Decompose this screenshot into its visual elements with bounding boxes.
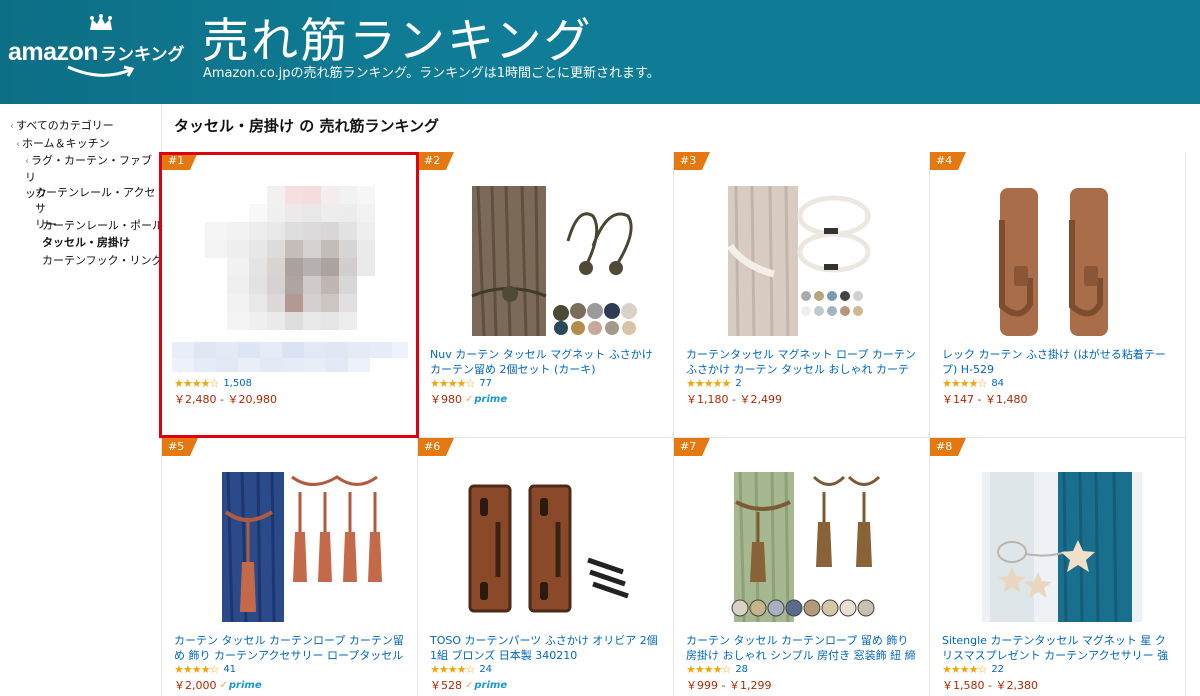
page-title: 売れ筋ランキング: [202, 14, 593, 69]
sidebar-item-tassel-current: タッセル・房掛け: [42, 235, 130, 251]
prime-check-icon: ✓: [465, 393, 474, 405]
chevron-left-icon: ‹: [25, 156, 29, 167]
product-title-link[interactable]: Nuv カーテン タッセル マグネット ふさかけ カーテン留め 2個セット (カ…: [430, 347, 662, 377]
price-text: ￥2,000: [174, 679, 217, 692]
product-image[interactable]: [674, 472, 930, 622]
smile-arrow-icon: [67, 65, 135, 77]
price: ￥1,180 - ￥2,499: [686, 391, 782, 407]
sidebar-item-label: すべてのカテゴリー: [16, 119, 114, 132]
review-count: 24: [479, 663, 493, 675]
product-title-link[interactable]: カーテンタッセル マグネット ロープ カーテン ふさかけ カーテン タッセル お…: [686, 347, 918, 377]
product-title-link[interactable]: Sitengle カーテンタッセル マグネット 星 クリスマスプレゼント カーテ…: [942, 633, 1174, 663]
product-card[interactable]: #8 Sitengle カーテンタッセル マグネット 星 クリスマスプレゼント …: [930, 438, 1186, 696]
product-card[interactable]: #4 レック カーテン ふさ掛け (はがせる粘着テープ) H-529 ★★★★☆…: [930, 152, 1186, 438]
price-text: ￥980: [430, 393, 462, 406]
product-image[interactable]: [162, 472, 418, 622]
product-image[interactable]: [418, 186, 674, 336]
price: ￥528 ✓prime: [430, 677, 507, 693]
price-text: ￥1,580 - ￥2,380: [942, 679, 1038, 692]
rank-badge: #6: [418, 438, 455, 456]
rating[interactable]: ★★★★☆ 28: [686, 662, 749, 676]
product-title-link[interactable]: TOSO カーテンパーツ ふさかけ オリビア 2個1組 ブロンズ 日本製 340…: [430, 633, 662, 663]
review-count: 28: [735, 663, 749, 675]
chevron-left-icon: ‹: [10, 121, 14, 132]
logo-word: amazon: [8, 38, 99, 66]
star-rating: ★★★★☆: [942, 662, 987, 676]
product-image[interactable]: [930, 186, 1186, 336]
product-card[interactable]: #5 カーテン タッセル カーテンロープ カーテン留め 飾り カーテンアクセサリ…: [162, 438, 418, 696]
header: amazon ランキング 売れ筋ランキング Amazon.co.jpの売れ筋ラン…: [0, 0, 1200, 104]
prime-check-icon: ✓: [219, 679, 228, 691]
rating[interactable]: ★★★★☆ 22: [942, 662, 1005, 676]
sidebar-item-label: タッセル・房掛け: [42, 236, 130, 249]
price: ￥999 - ￥1,299: [686, 677, 771, 693]
highlight-box: [159, 152, 419, 438]
price-text: ￥147 - ￥1,480: [942, 393, 1028, 406]
product-card[interactable]: #7 カーテン タッセル カーテンロープ 留め 飾り 房掛け おしゃれ シンプル…: [674, 438, 930, 696]
prime-badge: ✓prime: [220, 680, 262, 691]
star-rating: ★★★★☆: [686, 662, 731, 676]
sidebar-item-home-kitchen[interactable]: ‹ ホーム＆キッチン: [16, 136, 110, 153]
price-text: ￥1,180 - ￥2,499: [686, 393, 782, 406]
prime-label: prime: [474, 393, 508, 405]
price-text: ￥999 - ￥1,299: [686, 679, 772, 692]
price-text: ￥528: [430, 679, 462, 692]
sidebar-item-curtain-hook-ring[interactable]: カーテンフック・リング: [42, 253, 162, 269]
price: ￥980 ✓prime: [430, 391, 507, 407]
product-title-link[interactable]: レック カーテン ふさ掛け (はがせる粘着テープ) H-529: [942, 347, 1174, 377]
review-count: 84: [991, 377, 1005, 389]
star-rating: ★★★★☆: [174, 662, 219, 676]
star-rating: ★★★★☆: [430, 376, 475, 390]
chevron-left-icon: ‹: [16, 139, 20, 150]
rating[interactable]: ★★★★☆ 24: [430, 662, 493, 676]
sidebar-item-label: ホーム＆キッチン: [22, 137, 110, 150]
sidebar-item-label: ラグ・カーテン・ファブリ: [25, 154, 152, 184]
review-count: 2: [735, 377, 742, 389]
crown-icon: [90, 14, 112, 30]
rank-badge: #5: [162, 438, 199, 456]
sidebar-item-label: カーテンレール・ポール: [42, 219, 163, 232]
review-count: 77: [479, 377, 493, 389]
star-rating: ★★★★☆: [942, 376, 987, 390]
price: ￥147 - ￥1,480: [942, 391, 1027, 407]
rank-badge: #2: [418, 152, 455, 170]
prime-label: prime: [228, 679, 262, 691]
logo-sub: ランキング: [100, 45, 185, 65]
prime-badge: ✓prime: [465, 680, 507, 691]
sidebar-item-label: カーテンレール・アクセサ: [35, 186, 156, 215]
rating[interactable]: ★★★★☆ 77: [430, 376, 493, 390]
star-rating: ★★★★☆: [430, 662, 475, 676]
price: ￥2,000 ✓prime: [174, 677, 262, 693]
category-heading: タッセル・房掛け の 売れ筋ランキング: [174, 117, 439, 135]
amazon-ranking-logo[interactable]: amazon ランキング: [8, 14, 190, 84]
prime-label: prime: [474, 679, 508, 691]
product-card[interactable]: #3 カーテンタッセル マグネット ロープ カーテン ふさかけ カーテン タッセ…: [674, 152, 930, 438]
sidebar-item-all-categories[interactable]: ‹ すべてのカテゴリー: [10, 118, 114, 135]
product-image[interactable]: [930, 472, 1186, 622]
product-image[interactable]: [418, 472, 674, 622]
product-title-link[interactable]: カーテン タッセル カーテンロープ カーテン留め 飾り カーテンアクセサリー ロ…: [174, 633, 406, 663]
rating[interactable]: ★★★★☆ 41: [174, 662, 237, 676]
prime-check-icon: ✓: [465, 679, 474, 691]
rating[interactable]: ★★★★★ 2: [686, 376, 742, 390]
rank-badge: #7: [674, 438, 711, 456]
price: ￥1,580 - ￥2,380: [942, 677, 1038, 693]
star-rating: ★★★★★: [686, 376, 731, 390]
product-title-link[interactable]: カーテン タッセル カーテンロープ 留め 飾り 房掛け おしゃれ シンプル 房付…: [686, 633, 918, 663]
page-subtitle: Amazon.co.jpの売れ筋ランキング。ランキングは1時間ごとに更新されます…: [203, 66, 660, 81]
review-count: 22: [991, 663, 1005, 675]
product-image[interactable]: [674, 186, 930, 336]
prime-badge: ✓prime: [465, 394, 507, 405]
rating[interactable]: ★★★★☆ 84: [942, 376, 1005, 390]
rank-badge: #8: [930, 438, 967, 456]
sidebar-item-curtain-rail-pole[interactable]: カーテンレール・ポール: [42, 218, 163, 234]
product-card[interactable]: #6 TOSO カーテンパーツ ふさかけ オリビア 2個1組 ブロンズ 日本製 …: [418, 438, 674, 696]
rank-badge: #4: [930, 152, 967, 170]
product-card[interactable]: #2 Nuv カーテン タッセル マグネット ふさかけ カーテン留め 2個セット…: [418, 152, 674, 438]
review-count: 41: [223, 663, 237, 675]
rank-badge: #3: [674, 152, 711, 170]
sidebar-item-label: カーテンフック・リング: [42, 254, 163, 267]
